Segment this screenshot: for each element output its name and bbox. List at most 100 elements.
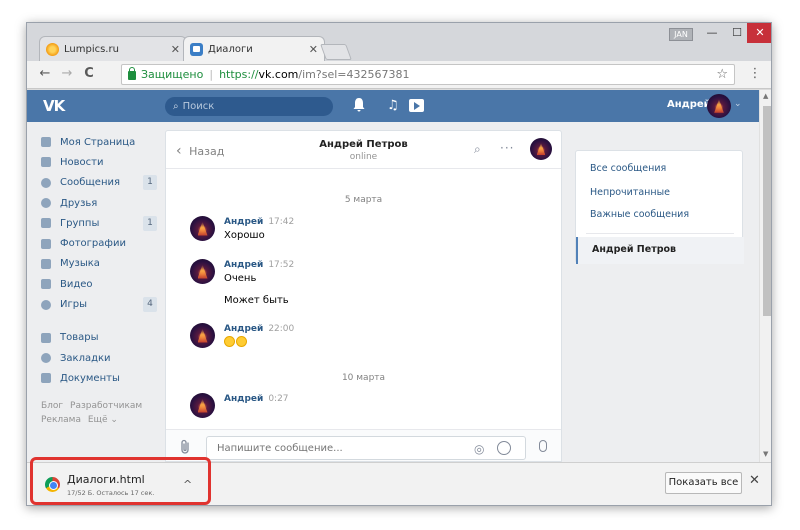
menu-item-news[interactable]: Новости	[41, 152, 157, 172]
video-play-icon[interactable]	[409, 99, 424, 112]
message-avatar[interactable]	[190, 259, 215, 284]
menu-item-groups[interactable]: Группы 1	[41, 213, 157, 233]
menu-item-label: Документы	[60, 372, 120, 384]
message-author[interactable]: Андрей 22:00	[224, 324, 294, 334]
message-text: Хорошо	[224, 230, 265, 241]
footer-link-ads[interactable]: Реклама	[41, 415, 81, 425]
divider	[586, 233, 734, 234]
menu-item-label: Новости	[60, 156, 104, 168]
chat-panel: ‹ Назад Андрей Петров online ⌕ ··· 5 мар…	[165, 130, 562, 462]
vk-search-input[interactable]: ⌕ Поиск	[165, 97, 333, 116]
filter-important[interactable]: Важные сообщения	[590, 209, 689, 220]
menu-item-label: Сообщения	[60, 177, 121, 189]
menu-item-label: Видео	[60, 278, 93, 290]
menu-item-goods[interactable]: Товары	[41, 328, 157, 348]
close-window-button[interactable]: ✕	[747, 23, 771, 43]
messages-count-badge: 1	[143, 175, 157, 191]
menu-item-friends[interactable]: Друзья	[41, 193, 157, 213]
lock-icon	[128, 67, 136, 80]
menu-item-my-page[interactable]: Моя Страница	[41, 132, 157, 152]
secure-label: Защищено	[141, 68, 204, 81]
scroll-thumb[interactable]	[763, 106, 771, 316]
footer-link-blog[interactable]: Блог	[41, 401, 63, 411]
address-bar[interactable]: Защищено | https:// vk.com /im?sel=43256…	[121, 64, 735, 85]
home-icon	[41, 137, 51, 148]
filter-unread[interactable]: Непрочитанные	[590, 187, 670, 198]
menu-item-label: Группы	[60, 217, 100, 229]
menu-spacer	[41, 315, 157, 328]
messages-icon	[41, 177, 51, 188]
active-conversation[interactable]: Андрей Петров	[576, 237, 744, 264]
menu-item-music[interactable]: Музыка	[41, 254, 157, 274]
reload-icon[interactable]: C	[81, 66, 97, 82]
menu-item-photos[interactable]: Фотографии	[41, 233, 157, 253]
menu-item-bookmarks[interactable]: Закладки	[41, 348, 157, 368]
smiling-emoji-icon	[236, 336, 247, 347]
footer-link-more[interactable]: Ещё ⌄	[88, 415, 118, 425]
tab-close-icon[interactable]: ✕	[171, 43, 180, 56]
author-name: Андрей	[224, 260, 264, 270]
author-name: Андрей	[224, 394, 264, 404]
bell-icon[interactable]	[353, 98, 365, 116]
chat-header: ‹ Назад Андрей Петров online ⌕ ···	[166, 131, 561, 169]
new-tab-button[interactable]	[320, 44, 352, 60]
camera-icon[interactable]: ◎	[474, 442, 484, 456]
message-time: 17:42	[268, 217, 295, 227]
news-icon	[41, 157, 51, 168]
menu-item-games[interactable]: Игры 4	[41, 294, 157, 314]
smile-icon[interactable]	[497, 441, 511, 455]
header-user-name[interactable]: Андрей	[667, 99, 711, 110]
search-icon[interactable]: ⌕	[474, 142, 481, 157]
browser-window: Lumpics.ru ✕ Диалоги ✕ JAN — ☐ ✕ ← → C З…	[26, 22, 772, 506]
music-icon[interactable]: ♫	[387, 98, 399, 113]
title-bar: Lumpics.ru ✕ Диалоги ✕ JAN — ☐ ✕	[27, 23, 771, 62]
microphone-icon[interactable]	[539, 440, 547, 452]
message-text: Может быть	[224, 295, 289, 306]
message-author[interactable]: Андрей 17:52	[224, 260, 294, 270]
paperclip-icon[interactable]	[179, 439, 191, 459]
message-author[interactable]: Андрей 17:42	[224, 217, 294, 227]
chevron-down-icon[interactable]: ⌄	[734, 99, 742, 109]
vk-page: VK ⌕ Поиск ♫ Андрей ⌄ Моя Страница Новос…	[27, 90, 759, 462]
url-host: vk.com	[258, 68, 299, 81]
back-arrow-icon[interactable]: ←	[37, 66, 53, 82]
profile-badge[interactable]: JAN	[669, 28, 693, 41]
message-avatar[interactable]	[190, 323, 215, 348]
menu-item-messages[interactable]: Сообщения 1	[41, 173, 157, 193]
scroll-up-icon[interactable]: ▲	[763, 92, 768, 100]
groups-icon	[41, 218, 51, 229]
tab-title: Lumpics.ru	[64, 43, 119, 55]
menu-item-documents[interactable]: Документы	[41, 368, 157, 388]
scroll-down-icon[interactable]: ▼	[763, 450, 768, 458]
filter-all-messages[interactable]: Все сообщения	[590, 163, 666, 174]
shopping-bag-icon	[41, 332, 51, 343]
menu-item-label: Закладки	[60, 352, 111, 364]
left-menu: Моя Страница Новости Сообщения 1 Друзья …	[41, 132, 157, 427]
browser-menu-icon[interactable]: ⋮	[747, 66, 763, 82]
tab-close-icon[interactable]: ✕	[309, 43, 318, 56]
film-icon	[41, 279, 51, 290]
menu-item-video[interactable]: Видео	[41, 274, 157, 294]
chat-avatar[interactable]	[530, 138, 552, 160]
url-separator: |	[209, 68, 214, 81]
vk-logo[interactable]: VK	[43, 97, 65, 115]
url-path: /im?sel=432567381	[298, 68, 410, 81]
message-time: 22:00	[268, 324, 295, 334]
message-avatar[interactable]	[190, 216, 215, 241]
page-scrollbar[interactable]: ▲ ▼	[759, 90, 771, 462]
games-count-badge: 4	[143, 297, 157, 313]
show-all-button[interactable]: Показать все	[665, 472, 742, 494]
bookmark-star-icon[interactable]: ☆	[716, 67, 728, 82]
header-avatar[interactable]	[707, 94, 731, 118]
message-author[interactable]: Андрей 0:27	[224, 394, 289, 404]
close-icon[interactable]: ✕	[749, 473, 760, 488]
minimize-button[interactable]: —	[699, 23, 725, 43]
footer-link-developers[interactable]: Разработчикам	[70, 401, 142, 411]
forward-arrow-icon[interactable]: →	[59, 66, 75, 82]
active-conversation-label: Андрей Петров	[592, 244, 677, 255]
tab-lumpics[interactable]: Lumpics.ru ✕	[39, 36, 187, 61]
author-name: Андрей	[224, 324, 264, 334]
message-avatar[interactable]	[190, 393, 215, 418]
more-icon[interactable]: ···	[500, 141, 514, 155]
tab-dialogs[interactable]: Диалоги ✕	[183, 36, 325, 62]
